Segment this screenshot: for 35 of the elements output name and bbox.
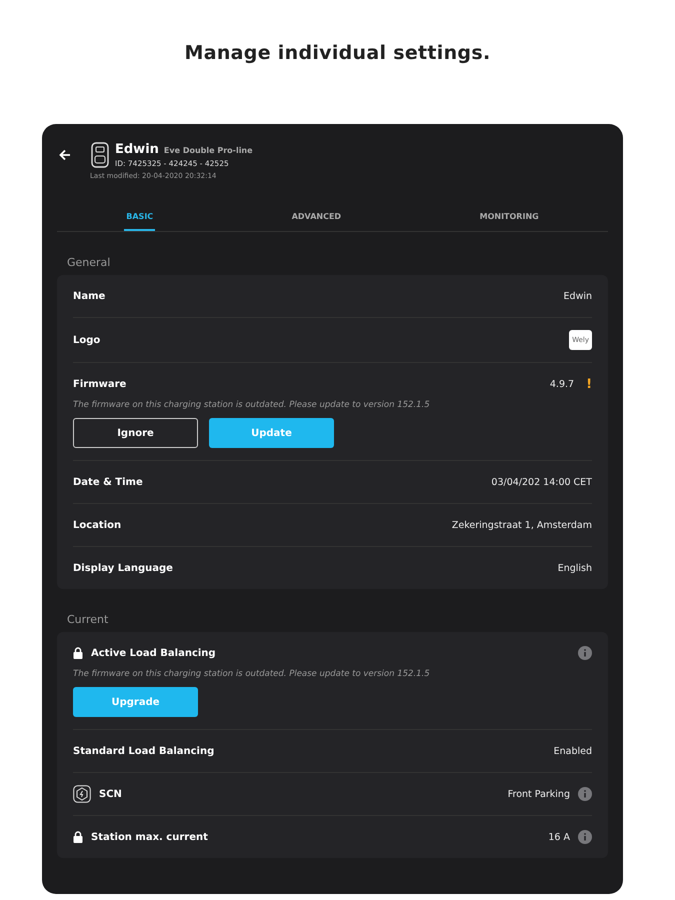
setting-value: Edwin — [564, 290, 592, 302]
setting-label: Logo — [73, 334, 100, 346]
setting-label: Standard Load Balancing — [73, 746, 214, 756]
notice-text: The firmware on this charging station is outdated. Please update to version 152.1.5 — [73, 669, 431, 679]
section-title: Current — [67, 613, 110, 626]
setting-label: Active Load Balancing — [91, 648, 216, 658]
headline: Manage individual settings. — [184, 42, 490, 64]
lock-icon — [73, 647, 83, 659]
setting-label: Name — [73, 290, 106, 302]
tab[interactable]: MONITORING — [478, 208, 541, 231]
setting-value: English — [558, 562, 592, 574]
setting-label: Display Language — [73, 562, 173, 574]
ignore-button[interactable]: Ignore — [73, 418, 198, 448]
setting-value: Front Parking — [508, 788, 570, 800]
section-title: General — [67, 256, 112, 269]
lock-icon — [73, 831, 83, 843]
setting-label: SCN — [99, 788, 122, 800]
setting-label: Location — [73, 520, 122, 530]
notice-text: The firmware on this charging station is outdated. Please update to version 152.1.5 — [73, 400, 431, 410]
setting-label: Date & Time — [73, 476, 143, 488]
setting-value: 16 A — [548, 832, 570, 842]
setting-value: Zekeringstraat 1, Amsterdam — [452, 520, 592, 530]
device-name: Edwin — [115, 142, 159, 157]
setting-value: 03/04/202 14:00 CET — [491, 476, 592, 488]
tab[interactable]: BASIC — [124, 208, 156, 231]
warning-icon: ! — [586, 376, 592, 392]
tab[interactable]: ADVANCED — [290, 208, 344, 231]
hexagon-bolt-icon — [73, 785, 91, 803]
device-model: Eve Double Pro-line — [164, 146, 253, 155]
charger-icon — [91, 142, 109, 168]
setting-label: Firmware — [73, 378, 126, 390]
back-arrow-icon[interactable] — [59, 149, 71, 161]
setting-label: Station max. current — [91, 832, 208, 842]
setting-value: 4.9.7 — [550, 378, 574, 390]
setting-value: Enabled — [554, 746, 592, 756]
